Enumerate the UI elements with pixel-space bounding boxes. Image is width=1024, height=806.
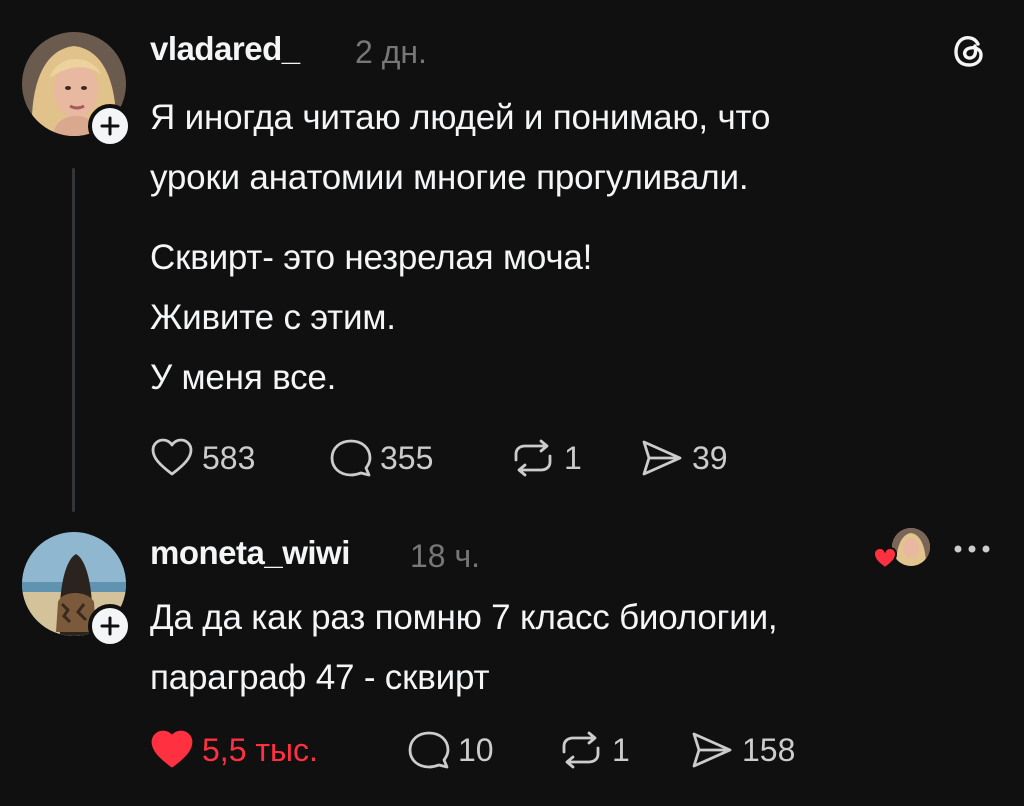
plus-icon <box>100 616 120 636</box>
comment-button[interactable]: 10 <box>408 730 494 770</box>
like-count: 583 <box>202 439 256 476</box>
like-count: 5,5 тыс. <box>202 731 318 768</box>
post-time: 2 дн. <box>355 34 427 70</box>
post-username[interactable]: vladared_ <box>150 30 300 68</box>
comment-button[interactable]: 355 <box>330 438 433 478</box>
post-text-line: Да да как раз помню 7 класс биологии, <box>150 598 778 637</box>
post-username[interactable]: moneta_wiwi <box>150 534 350 572</box>
post-text-line: Сквирт- это незрелая моча! <box>150 238 593 277</box>
heart-icon <box>151 730 193 768</box>
repost-button[interactable]: 1 <box>510 438 582 478</box>
comment-icon <box>408 731 450 769</box>
post-text-line: Я иногда читаю людей и понимаю, что <box>150 98 771 137</box>
comment-count: 355 <box>380 439 434 476</box>
post-text-line: параграф 47 - сквирт <box>150 658 490 697</box>
repost-count: 1 <box>564 439 582 476</box>
follow-button[interactable] <box>88 604 132 648</box>
thread-connector-line <box>72 168 75 512</box>
share-button[interactable]: 39 <box>640 438 728 478</box>
post-text-line: У меня все. <box>150 358 337 397</box>
thread-reply: moneta_wiwi 18 ч. Да да как раз помню 7 … <box>0 520 1024 806</box>
share-count: 39 <box>692 439 728 476</box>
heart-icon <box>151 438 193 476</box>
plus-icon <box>100 116 120 136</box>
post-text-line: уроки анатомии многие прогуливали. <box>150 158 749 197</box>
thread-post: vladared_ 2 дн. Я иногда читаю людей и п… <box>0 0 1024 520</box>
share-button[interactable]: 158 <box>690 730 795 770</box>
share-icon <box>642 440 682 476</box>
heart-icon <box>872 546 898 570</box>
follow-button[interactable] <box>88 104 132 148</box>
post-time: 18 ч. <box>410 538 481 574</box>
comment-count: 10 <box>458 731 494 768</box>
repost-icon <box>562 731 600 769</box>
like-button[interactable]: 583 <box>150 438 255 478</box>
post-text-line: Живите с этим. <box>150 298 396 337</box>
repost-button[interactable]: 1 <box>558 730 630 770</box>
share-icon <box>692 732 732 768</box>
more-horizontal-icon[interactable] <box>952 542 992 560</box>
author-liked-badge <box>872 528 932 572</box>
like-button[interactable]: 5,5 тыс. <box>150 730 318 770</box>
repost-icon <box>514 439 552 477</box>
repost-count: 1 <box>612 731 630 768</box>
comment-icon <box>330 439 372 477</box>
share-count: 158 <box>742 731 796 768</box>
